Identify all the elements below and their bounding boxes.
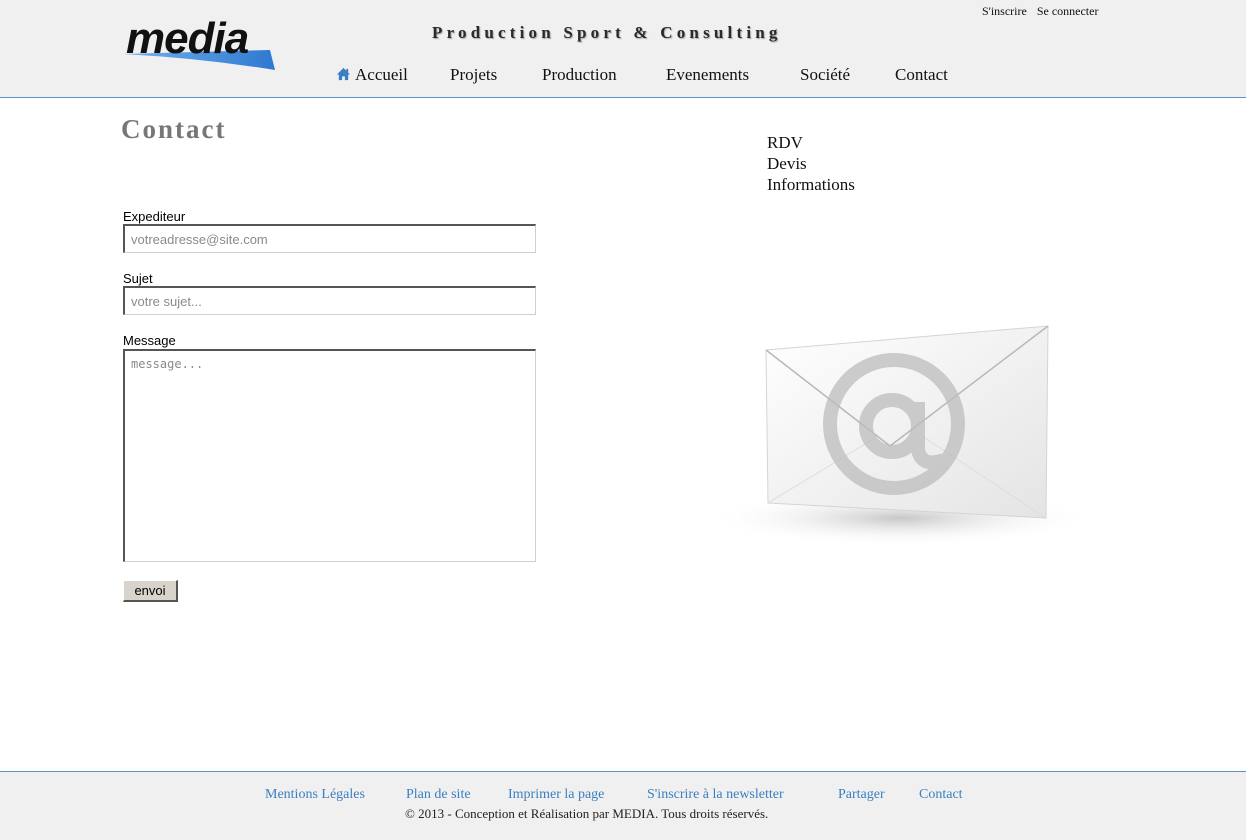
footer-link-contact[interactable]: Contact [919,787,963,803]
reason-item: RDV [767,133,803,152]
login-link[interactable]: Se connecter [1037,4,1099,18]
nav-item-societe[interactable]: Société [800,65,850,85]
footer: Mentions Légales Plan de site Imprimer l… [0,771,1246,840]
signup-link[interactable]: S'inscrire [982,4,1027,18]
nav-item-accueil[interactable]: Accueil [355,65,408,85]
footer-link-newsletter[interactable]: S'inscrire à la newsletter [647,787,784,803]
account-links: S'inscrire Se connecter [982,4,1098,19]
subject-label: Sujet [123,271,153,286]
logo-text: media [126,14,249,63]
footer-link-mentions[interactable]: Mentions Légales [265,787,365,803]
page-title: Contact [121,114,227,144]
contact-reasons: RDV Devis Informations [767,132,855,195]
subject-input[interactable] [123,286,536,315]
header: media Production Sport & Consulting S'in… [0,0,1246,98]
page: media Production Sport & Consulting S'in… [0,0,1246,840]
nav-item-projets[interactable]: Projets [450,65,497,85]
nav-item-production[interactable]: Production [542,65,617,85]
nav-item-evenements[interactable]: Evenements [666,65,749,85]
footer-link-share[interactable]: Partager [838,787,885,803]
footer-link-plan[interactable]: Plan de site [406,787,471,803]
logo[interactable]: media [120,14,276,74]
copyright: © 2013 - Conception et Réalisation par M… [405,806,769,821]
submit-button[interactable]: envoi [123,580,178,602]
footer-link-print[interactable]: Imprimer la page [508,787,604,803]
message-textarea[interactable] [123,349,536,562]
sender-email-input[interactable] [123,224,536,253]
reason-item: Devis [767,154,807,173]
envelope-at-icon [700,318,1100,558]
home-icon [336,67,351,81]
sender-label: Expediteur [123,209,186,224]
tagline: Production Sport & Consulting [432,23,782,42]
reason-item: Informations [767,175,855,194]
nav-item-contact[interactable]: Contact [895,65,948,85]
message-label: Message [123,333,176,348]
footer-links: Mentions Légales Plan de site Imprimer l… [0,787,1246,805]
